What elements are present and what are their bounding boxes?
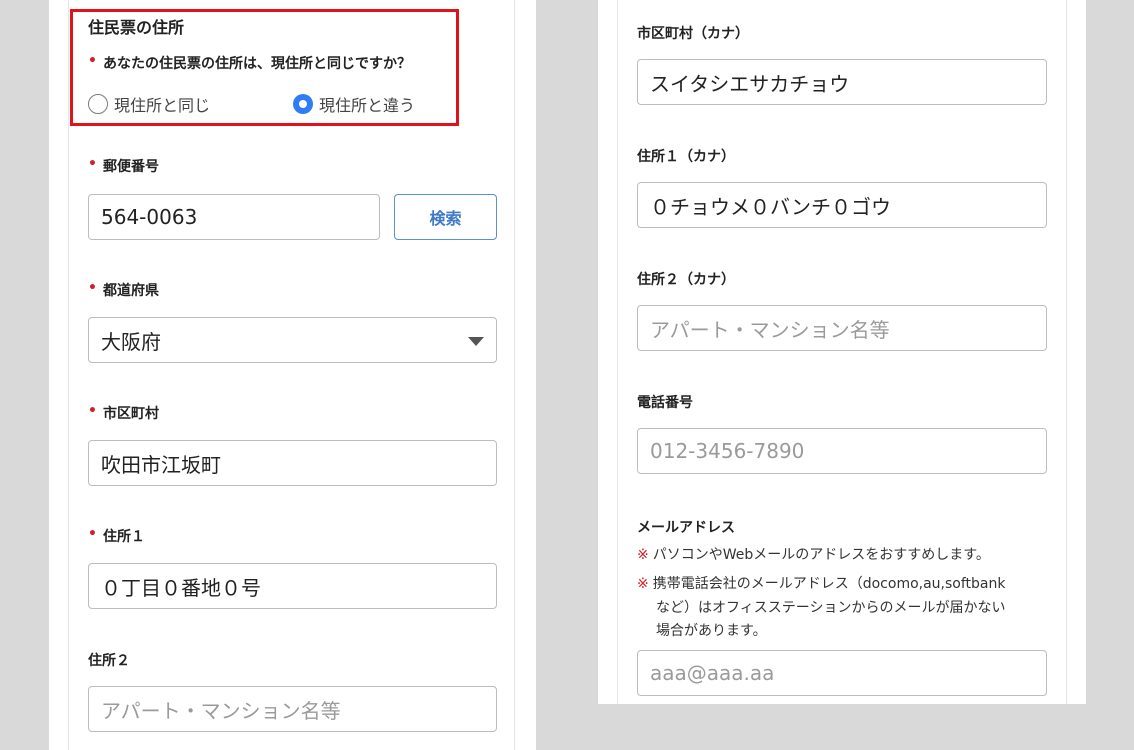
email-note-1: ※ パソコンやWebメールのアドレスをおすすめします。 [637,547,990,563]
prefecture-label: • 都道府県 [88,280,159,299]
address1-input[interactable]: ０丁目０番地０号 [88,563,497,609]
required-mark: • [88,403,97,419]
note-mark: ※ [637,576,649,592]
required-mark: • [88,156,97,172]
prefecture-select[interactable]: 大阪府 [88,317,497,363]
radio-checked-icon[interactable] [293,94,313,114]
required-mark: • [88,526,97,542]
phone-input[interactable]: 012-3456-7890 [637,428,1047,474]
email-note-2-line-3: 場合があります。 [656,623,767,639]
radio-same-label: 現住所と同じ [114,96,211,115]
address2-kana-label: 住所２（カナ） [637,272,735,288]
address2-input[interactable]: アパート・マンション名等 [88,686,497,732]
email-input[interactable]: aaa@aaa.aa [637,650,1047,696]
address2-kana-input[interactable]: アパート・マンション名等 [637,305,1047,351]
same-address-question: • あなたの住民票の住所は、現住所と同じですか？ [88,53,411,72]
note-mark: ※ [637,547,649,563]
address2-label: 住所２ [88,653,130,669]
radio-same-address[interactable]: 現住所と同じ [88,92,210,116]
prefecture-value: 大阪府 [101,329,161,354]
postal-code-label: • 郵便番号 [88,156,159,175]
address1-kana-input[interactable]: ０チョウメ０バンチ０ゴウ [637,182,1047,228]
email-note-2: ※ 携帯電話会社のメールアドレス（docomo,au,softbank [637,576,1006,592]
chevron-down-icon [468,337,484,346]
required-mark: • [88,280,97,296]
radio-different-address[interactable]: 現住所と違う [293,92,415,116]
city-input[interactable]: 吹田市江坂町 [88,440,497,486]
city-label: • 市区町村 [88,403,159,422]
section-title: 住民票の住所 [88,18,185,37]
radio-unchecked-icon[interactable] [88,94,108,114]
city-kana-label: 市区町村（カナ） [637,26,749,42]
postal-search-button[interactable]: 検索 [394,194,497,240]
postal-code-input[interactable]: 564-0063 [88,194,380,240]
address1-kana-label: 住所１（カナ） [637,149,735,165]
background-left [0,0,49,750]
phone-label: 電話番号 [637,395,693,411]
email-label: メールアドレス [637,520,735,536]
city-kana-input[interactable]: スイタシエサカチョウ [637,59,1047,105]
email-note-2-line-2: など）はオフィスステーションからのメールが届かない [656,600,1006,616]
radio-diff-label: 現住所と違う [319,96,416,115]
required-mark: • [88,53,97,69]
address1-label: • 住所１ [88,526,145,545]
